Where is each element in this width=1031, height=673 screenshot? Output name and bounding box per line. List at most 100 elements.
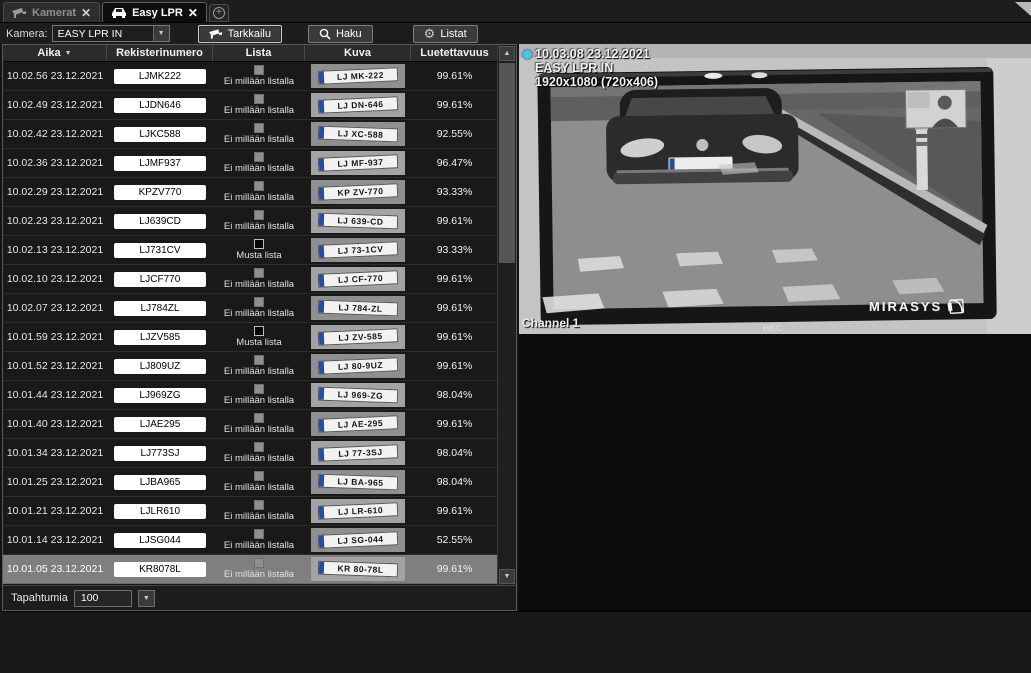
tab-easy-lpr[interactable]: Easy LPR ✕ bbox=[102, 2, 207, 22]
close-icon[interactable]: ✕ bbox=[81, 8, 91, 18]
close-icon[interactable]: ✕ bbox=[188, 8, 198, 18]
camera-select[interactable]: EASY LPR IN ▼ bbox=[52, 25, 170, 42]
column-header-aika[interactable]: Aika▼ bbox=[3, 45, 107, 61]
plate-number-box[interactable]: LJDN646 bbox=[114, 98, 206, 113]
gear-icon: ⚙ bbox=[424, 28, 436, 40]
table-row[interactable]: 10.01.21 23.12.2021LJLR610Ei millään lis… bbox=[3, 497, 498, 526]
plate-crop-image[interactable]: LJ CF-770 bbox=[311, 267, 405, 291]
list-checkbox[interactable] bbox=[254, 355, 264, 365]
scroll-up-icon[interactable]: ▲ bbox=[499, 46, 515, 61]
plate-crop-image[interactable]: LJ 73-1CV bbox=[311, 238, 405, 262]
scrollbar-thumb[interactable] bbox=[499, 63, 515, 263]
table-row[interactable]: 10.01.34 23.12.2021LJ773SJEi millään lis… bbox=[3, 439, 498, 468]
list-checkbox[interactable] bbox=[254, 529, 264, 539]
table-row[interactable]: 10.02.42 23.12.2021LJKC588Ei millään lis… bbox=[3, 120, 498, 149]
plate-crop-image[interactable]: LJ BA-965 bbox=[311, 470, 405, 494]
plate-number-box[interactable]: LJSG044 bbox=[114, 533, 206, 548]
plate-crop-image[interactable]: LJ 784-ZL bbox=[311, 296, 405, 320]
table-row[interactable]: 10.01.40 23.12.2021LJAE295Ei millään lis… bbox=[3, 410, 498, 439]
plate-crop-image[interactable]: LJ AE-295 bbox=[311, 412, 405, 436]
plate-number-box[interactable]: LJCF770 bbox=[114, 272, 206, 287]
column-header-rekisterinumero[interactable]: Rekisterinumero bbox=[107, 45, 213, 61]
plate-number-box[interactable]: LJ809UZ bbox=[114, 359, 206, 374]
plate-crop-image[interactable]: LJ DN-646 bbox=[311, 93, 405, 117]
list-checkbox[interactable] bbox=[254, 152, 264, 162]
plate-crop-image[interactable]: LJ MK-222 bbox=[311, 64, 405, 88]
list-checkbox[interactable] bbox=[254, 500, 264, 510]
events-count-input[interactable]: 100 bbox=[74, 590, 132, 607]
plate-crop-image[interactable]: LJ 77-3SJ bbox=[311, 441, 405, 465]
column-header-lista[interactable]: Lista bbox=[213, 45, 305, 61]
plate-crop-image[interactable]: LJ MF-937 bbox=[311, 151, 405, 175]
plate-crop-image[interactable]: LJ SG-044 bbox=[311, 528, 405, 552]
table-row[interactable]: 10.02.13 23.12.2021LJ731CVMusta listaLJ … bbox=[3, 236, 498, 265]
table-row[interactable]: 10.02.10 23.12.2021LJCF770Ei millään lis… bbox=[3, 265, 498, 294]
table-row[interactable]: 10.02.23 23.12.2021LJ639CDEi millään lis… bbox=[3, 207, 498, 236]
list-checkbox[interactable] bbox=[254, 181, 264, 191]
list-checkbox[interactable] bbox=[254, 384, 264, 394]
table-row[interactable]: 10.02.29 23.12.2021KPZV770Ei millään lis… bbox=[3, 178, 498, 207]
plate-crop-image[interactable]: LJ 80-9UZ bbox=[311, 354, 405, 378]
plate-number-box[interactable]: LJ639CD bbox=[114, 214, 206, 229]
cell-time: 10.02.07 23.12.2021 bbox=[3, 302, 107, 314]
table-footer: Tapahtumia 100 ▼ bbox=[3, 585, 516, 610]
corner-collapse-icon[interactable] bbox=[1015, 2, 1031, 16]
plate-number-box[interactable]: LJMF937 bbox=[114, 156, 206, 171]
list-checkbox[interactable] bbox=[254, 210, 264, 220]
list-checkbox[interactable] bbox=[254, 297, 264, 307]
table-row[interactable]: 10.02.49 23.12.2021LJDN646Ei millään lis… bbox=[3, 91, 498, 120]
chevron-down-icon[interactable]: ▼ bbox=[153, 26, 169, 41]
table-row[interactable]: 10.02.07 23.12.2021LJ784ZLEi millään lis… bbox=[3, 294, 498, 323]
plate-number-box[interactable]: LJZV585 bbox=[114, 330, 206, 345]
column-header-kuva[interactable]: Kuva bbox=[305, 45, 411, 61]
plate-number-box[interactable]: KR8078L bbox=[114, 562, 206, 577]
plate-crop-image[interactable]: LJ LR-610 bbox=[311, 499, 405, 523]
blacklist-checkbox[interactable] bbox=[254, 239, 264, 249]
table-row[interactable]: 10.01.25 23.12.2021LJBA965Ei millään lis… bbox=[3, 468, 498, 497]
plate-crop-image[interactable]: LJ XC-588 bbox=[311, 122, 405, 146]
tab-kamerat[interactable]: Kamerat ✕ bbox=[3, 2, 100, 22]
table-row[interactable]: 10.01.05 23.12.2021KR8078LEi millään lis… bbox=[3, 555, 498, 584]
chevron-down-icon[interactable]: ▼ bbox=[138, 590, 155, 607]
column-header-luetettavuus[interactable]: Luetettavuus bbox=[411, 45, 498, 61]
plate-number-box[interactable]: LJKC588 bbox=[114, 127, 206, 142]
table-row[interactable]: 10.02.56 23.12.2021LJMK222Ei millään lis… bbox=[3, 62, 498, 91]
cell-plate: LJCF770 bbox=[107, 272, 213, 287]
plate-number-box[interactable]: LJ969ZG bbox=[114, 388, 206, 403]
listat-button[interactable]: ⚙ Listat bbox=[413, 25, 478, 43]
list-checkbox[interactable] bbox=[254, 123, 264, 133]
list-checkbox[interactable] bbox=[254, 268, 264, 278]
blacklist-checkbox[interactable] bbox=[254, 326, 264, 336]
list-checkbox[interactable] bbox=[254, 94, 264, 104]
video-view[interactable]: HKC 10.03.08 23.12.2021 EASY LPR IN 1920… bbox=[519, 44, 1031, 334]
plate-number-box[interactable]: LJ784ZL bbox=[114, 301, 206, 316]
plate-crop-image[interactable]: LJ ZV-585 bbox=[311, 325, 405, 349]
plate-crop-image[interactable]: KR 80-78L bbox=[311, 557, 405, 581]
list-checkbox[interactable] bbox=[254, 558, 264, 568]
list-checkbox[interactable] bbox=[254, 471, 264, 481]
table-scrollbar[interactable]: ▲ ▼ bbox=[497, 45, 516, 585]
list-checkbox[interactable] bbox=[254, 65, 264, 75]
list-checkbox[interactable] bbox=[254, 442, 264, 452]
plate-number-box[interactable]: LJAE295 bbox=[114, 417, 206, 432]
plate-number-box[interactable]: LJLR610 bbox=[114, 504, 206, 519]
table-row[interactable]: 10.01.52 23.12.2021LJ809UZEi millään lis… bbox=[3, 352, 498, 381]
table-row[interactable]: 10.01.14 23.12.2021LJSG044Ei millään lis… bbox=[3, 526, 498, 555]
table-row[interactable]: 10.01.59 23.12.2021LJZV585Musta listaLJ … bbox=[3, 323, 498, 352]
plate-image: KP ZV-770 bbox=[318, 183, 399, 200]
plate-crop-image[interactable]: LJ 969-ZG bbox=[311, 383, 405, 407]
tarkkailu-button[interactable]: Tarkkailu bbox=[198, 25, 282, 43]
new-tab-button[interactable]: + bbox=[209, 4, 229, 22]
scroll-down-icon[interactable]: ▼ bbox=[499, 569, 515, 584]
plate-number-box[interactable]: LJ773SJ bbox=[114, 446, 206, 461]
plate-number-box[interactable]: LJMK222 bbox=[114, 69, 206, 84]
plate-number-box[interactable]: LJBA965 bbox=[114, 475, 206, 490]
plate-crop-image[interactable]: LJ 639-CD bbox=[311, 209, 405, 233]
haku-button[interactable]: Haku bbox=[308, 25, 373, 43]
list-checkbox[interactable] bbox=[254, 413, 264, 423]
plate-crop-image[interactable]: KP ZV-770 bbox=[311, 180, 405, 204]
plate-number-box[interactable]: LJ731CV bbox=[114, 243, 206, 258]
table-row[interactable]: 10.02.36 23.12.2021LJMF937Ei millään lis… bbox=[3, 149, 498, 178]
table-row[interactable]: 10.01.44 23.12.2021LJ969ZGEi millään lis… bbox=[3, 381, 498, 410]
plate-number-box[interactable]: KPZV770 bbox=[114, 185, 206, 200]
